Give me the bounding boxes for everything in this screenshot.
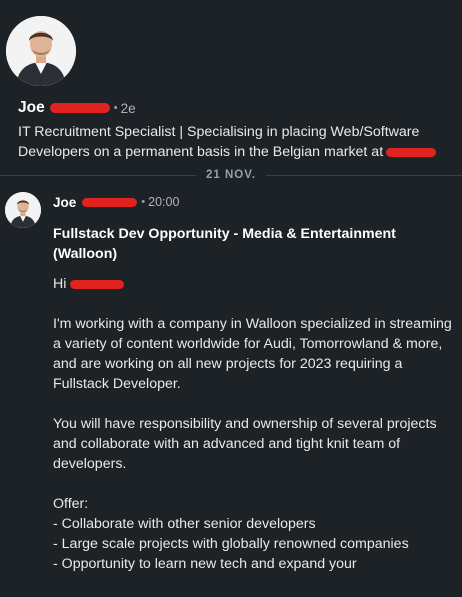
offer-title: Offer: <box>53 496 89 512</box>
profile-headline: IT Recruitment Specialist | Specialising… <box>18 122 458 162</box>
redaction-mark <box>70 279 125 289</box>
date-label: 21 NOV. <box>205 169 257 181</box>
greeting-text: Hi <box>53 276 67 292</box>
connection-degree: 2e <box>120 100 136 116</box>
message-subject: Fullstack Dev Opportunity - Media & Ente… <box>53 226 396 262</box>
sender-name[interactable]: Joe <box>53 195 76 210</box>
separator-dot: • <box>113 102 118 114</box>
profile-headline-text: IT Recruitment Specialist | Specialising… <box>18 124 420 160</box>
message-paragraph: I'm working with a company in Walloon sp… <box>53 316 452 392</box>
date-divider: 21 NOV. <box>0 167 462 183</box>
message-header: Joe • 20:00 <box>53 192 179 212</box>
profile-avatar[interactable] <box>6 16 76 86</box>
profile-photo <box>6 16 76 86</box>
offer-item: - Large scale projects with globally ren… <box>53 536 409 552</box>
profile-name[interactable]: Joe <box>18 99 45 117</box>
divider-line <box>0 174 196 176</box>
profile-name-row: Joe • 2e <box>18 98 136 118</box>
redaction-mark <box>386 147 437 157</box>
divider-line <box>266 174 462 176</box>
message-greeting: Hi <box>53 274 453 294</box>
sender-photo <box>5 192 41 228</box>
redaction-mark <box>82 197 138 207</box>
message-paragraph: You will have responsibility and ownersh… <box>53 416 437 472</box>
offer-item: - Opportunity to learn new tech and expa… <box>53 556 357 572</box>
redaction-mark <box>49 103 110 113</box>
separator-dot: • <box>141 196 146 208</box>
offer-item: - Collaborate with other senior develope… <box>53 516 316 532</box>
message-time: 20:00 <box>148 195 180 209</box>
sender-avatar[interactable] <box>5 192 41 228</box>
message-body: Fullstack Dev Opportunity - Media & Ente… <box>53 224 453 574</box>
